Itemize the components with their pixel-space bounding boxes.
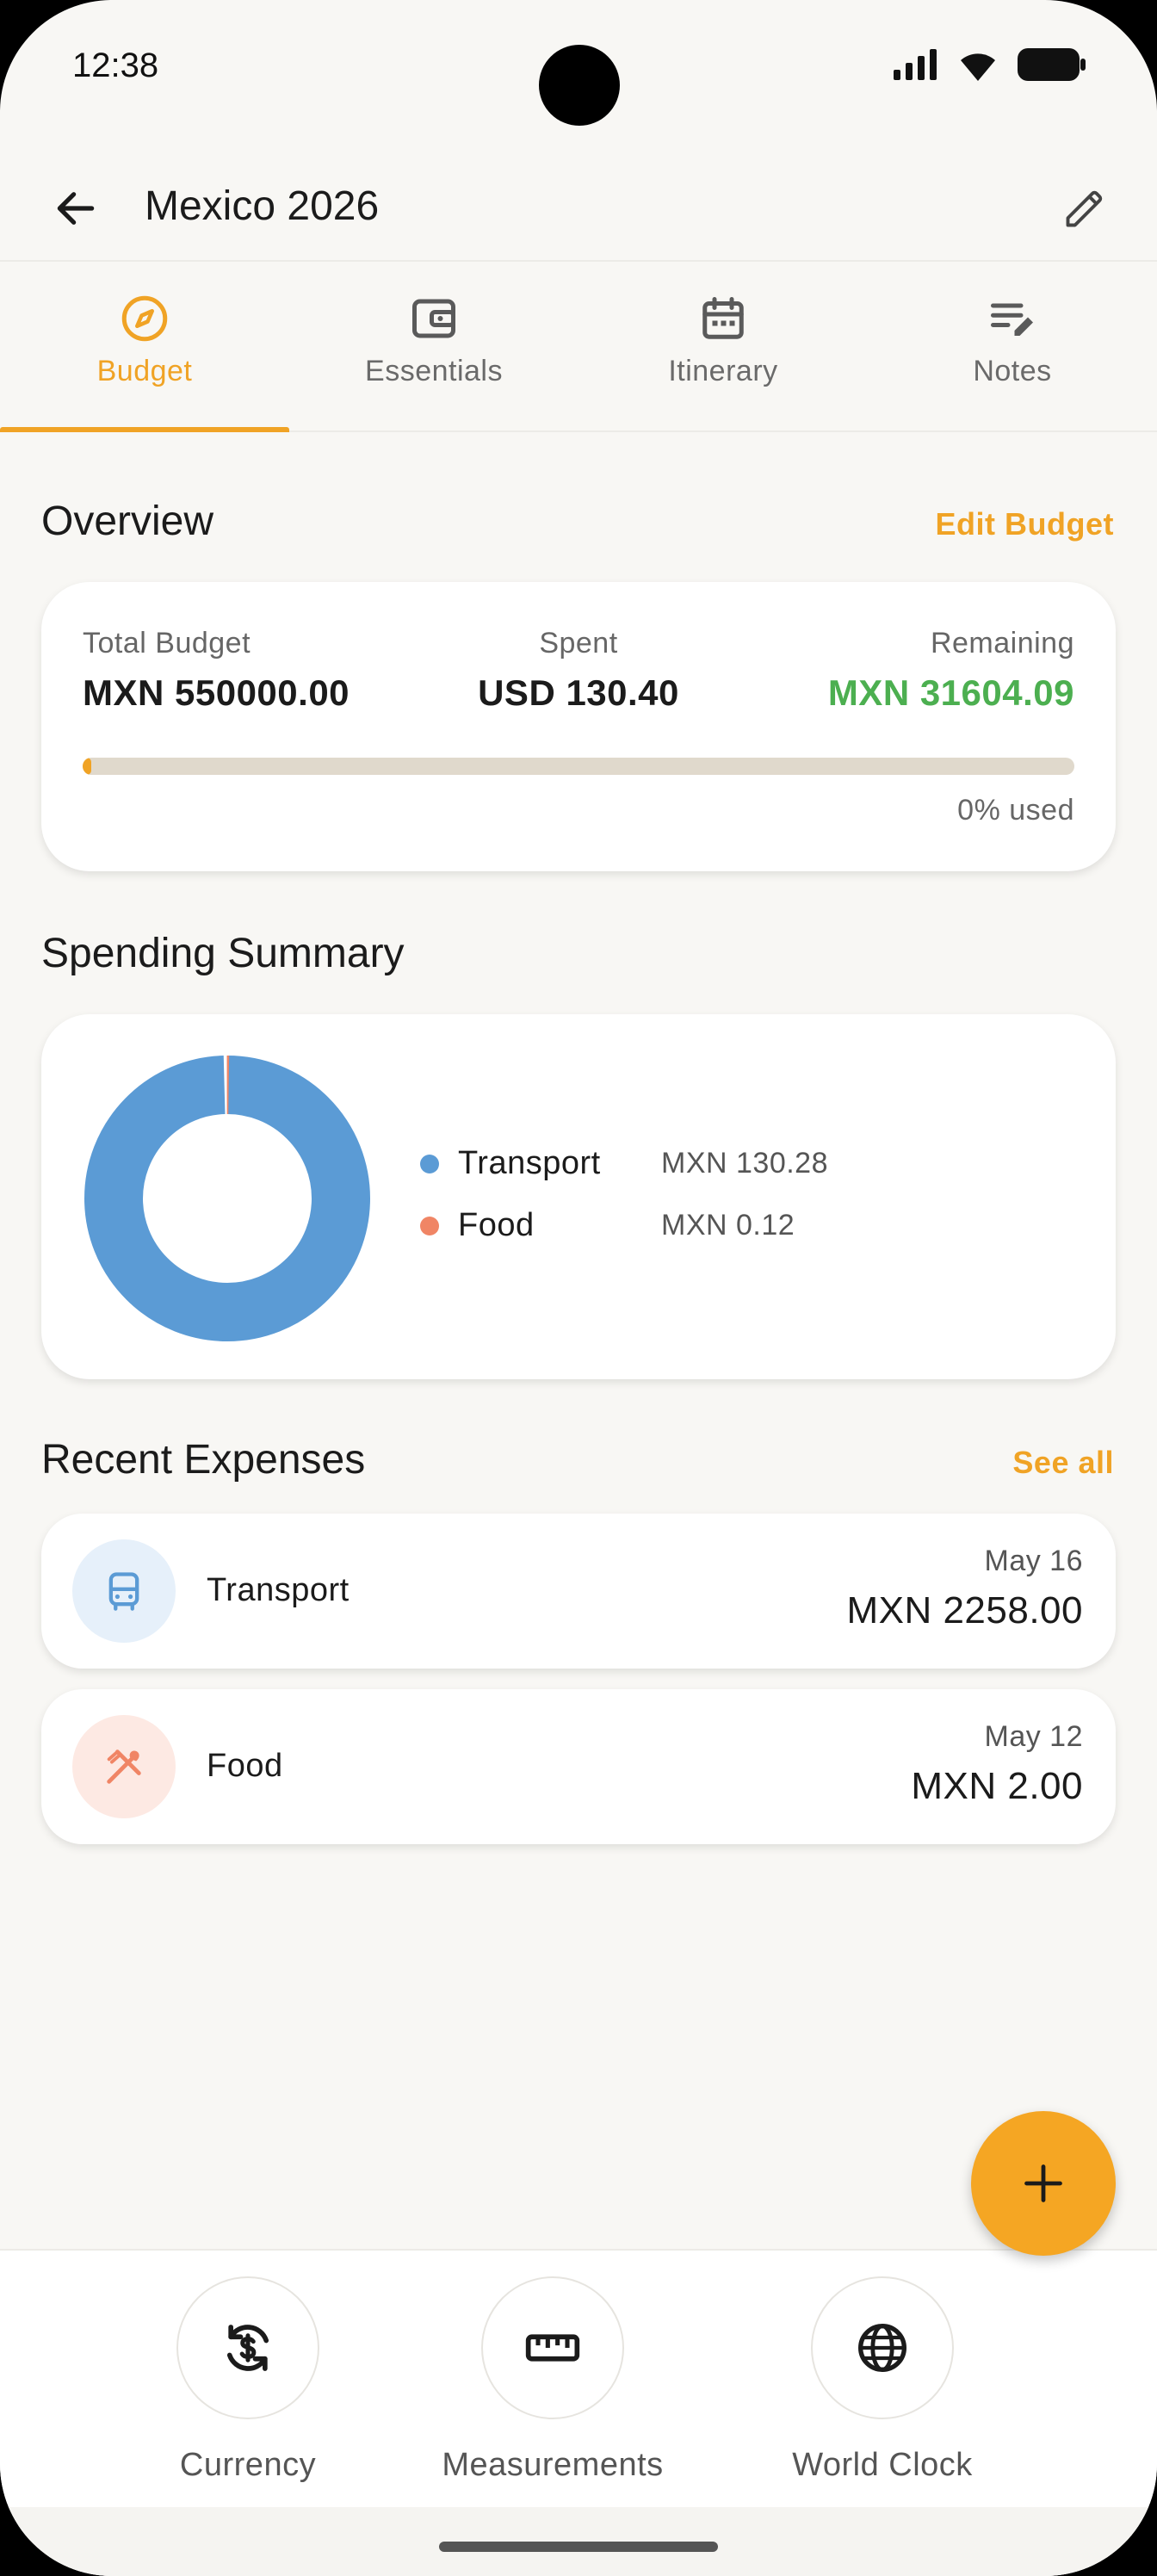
overview-title: Overview [41, 498, 214, 544]
budget-progress-fill [83, 758, 92, 775]
spending-donut-chart [84, 1056, 370, 1341]
tool-label: World Clock [792, 2447, 973, 2483]
compass-icon [121, 295, 168, 342]
legend-value: MXN 130.28 [661, 1147, 828, 1180]
tab-label: Budget [96, 355, 193, 387]
edit-budget-link[interactable]: Edit Budget [936, 506, 1114, 542]
tool-currency[interactable]: Currency [153, 2276, 343, 2484]
calendar-icon [702, 297, 744, 339]
expense-category: Transport [207, 1572, 350, 1608]
tool-currency-button[interactable] [176, 2276, 319, 2419]
app-bar: Mexico 2026 [0, 155, 1157, 262]
tab-label: Essentials [365, 355, 503, 387]
expense-item-transport[interactable]: Transport May 16 MXN 2258.00 [41, 1514, 1116, 1669]
signal-icon [894, 49, 937, 80]
page-title: Mexico 2026 [145, 183, 380, 229]
legend-item-transport: Transport MXN 130.28 [420, 1145, 828, 1182]
expense-category-icon [72, 1539, 176, 1643]
tab-essentials[interactable]: Essentials [289, 263, 578, 430]
pencil-icon [1066, 190, 1103, 227]
tab-label: Notes [973, 355, 1052, 387]
status-icons [894, 48, 1086, 81]
utensils-icon [107, 1749, 141, 1784]
legend-dot [420, 1216, 439, 1235]
tab-budget[interactable]: Budget [0, 263, 289, 432]
expense-amount: MXN 2258.00 [846, 1589, 1083, 1632]
remaining-value: MXN 31604.09 [827, 672, 1074, 713]
bus-icon [108, 1572, 139, 1611]
battery-icon [1018, 48, 1086, 81]
budget-progress-bar [83, 758, 1074, 775]
legend-dot [420, 1154, 439, 1173]
tool-measurements-button[interactable] [481, 2276, 624, 2419]
expense-category: Food [207, 1748, 283, 1784]
ruler-icon [525, 2334, 580, 2362]
tab-label: Itinerary [668, 355, 778, 387]
status-bar: 12:38 [0, 0, 1157, 138]
overview-card: Total Budget MXN 550000.00 Spent USD 130… [41, 582, 1116, 871]
remaining: Remaining MXN 31604.09 [828, 627, 1074, 714]
expense-date: May 12 [984, 1720, 1083, 1753]
tool-world-clock-button[interactable] [811, 2276, 954, 2419]
recent-expenses-title: Recent Expenses [41, 1437, 366, 1483]
tool-measurements[interactable]: Measurements [432, 2276, 673, 2484]
legend-item-food: Food MXN 0.12 [420, 1207, 795, 1244]
phone-screen: 12:38 Mexico 2026 Budget Essentials Itin… [0, 0, 1157, 2576]
spending-summary-card: Transport MXN 130.28 Food MXN 0.12 [41, 1014, 1116, 1379]
currency-exchange-icon [226, 2325, 269, 2371]
tool-label: Currency [179, 2447, 317, 2483]
tab-notes[interactable]: Notes [868, 263, 1157, 430]
legend-name: Food [458, 1207, 535, 1243]
expense-amount: MXN 2.00 [911, 1765, 1083, 1807]
tab-itinerary[interactable]: Itinerary [578, 263, 868, 430]
home-indicator[interactable] [439, 2542, 718, 2552]
see-all-link[interactable]: See all [1012, 1445, 1114, 1481]
donut-slice-transport [84, 1056, 370, 1341]
wallet-icon [412, 299, 455, 338]
legend-value: MXN 0.12 [661, 1209, 795, 1242]
tab-bar: Budget Essentials Itinerary Notes [0, 263, 1157, 432]
expense-date: May 16 [984, 1545, 1083, 1577]
status-time: 12:38 [72, 46, 159, 84]
back-button[interactable] [41, 174, 110, 243]
arrow-left-icon [57, 192, 95, 225]
tool-world-clock[interactable]: World Clock [779, 2276, 986, 2484]
globe-icon [858, 2324, 906, 2372]
add-expense-button[interactable] [971, 2111, 1116, 2256]
camera-cutout [539, 45, 620, 126]
budget-progress-text: 0% used [957, 794, 1074, 827]
wifi-icon [961, 53, 995, 81]
remaining-label: Remaining [930, 627, 1074, 659]
edit-trip-button[interactable] [1050, 174, 1119, 243]
expense-category-icon [72, 1715, 176, 1818]
spending-summary-title: Spending Summary [41, 931, 405, 976]
legend-name: Transport [458, 1145, 601, 1181]
plus-icon [1024, 2164, 1062, 2202]
notes-icon [991, 303, 1033, 336]
expense-item-food[interactable]: Food May 12 MXN 2.00 [41, 1689, 1116, 1844]
tool-label: Measurements [442, 2447, 664, 2483]
